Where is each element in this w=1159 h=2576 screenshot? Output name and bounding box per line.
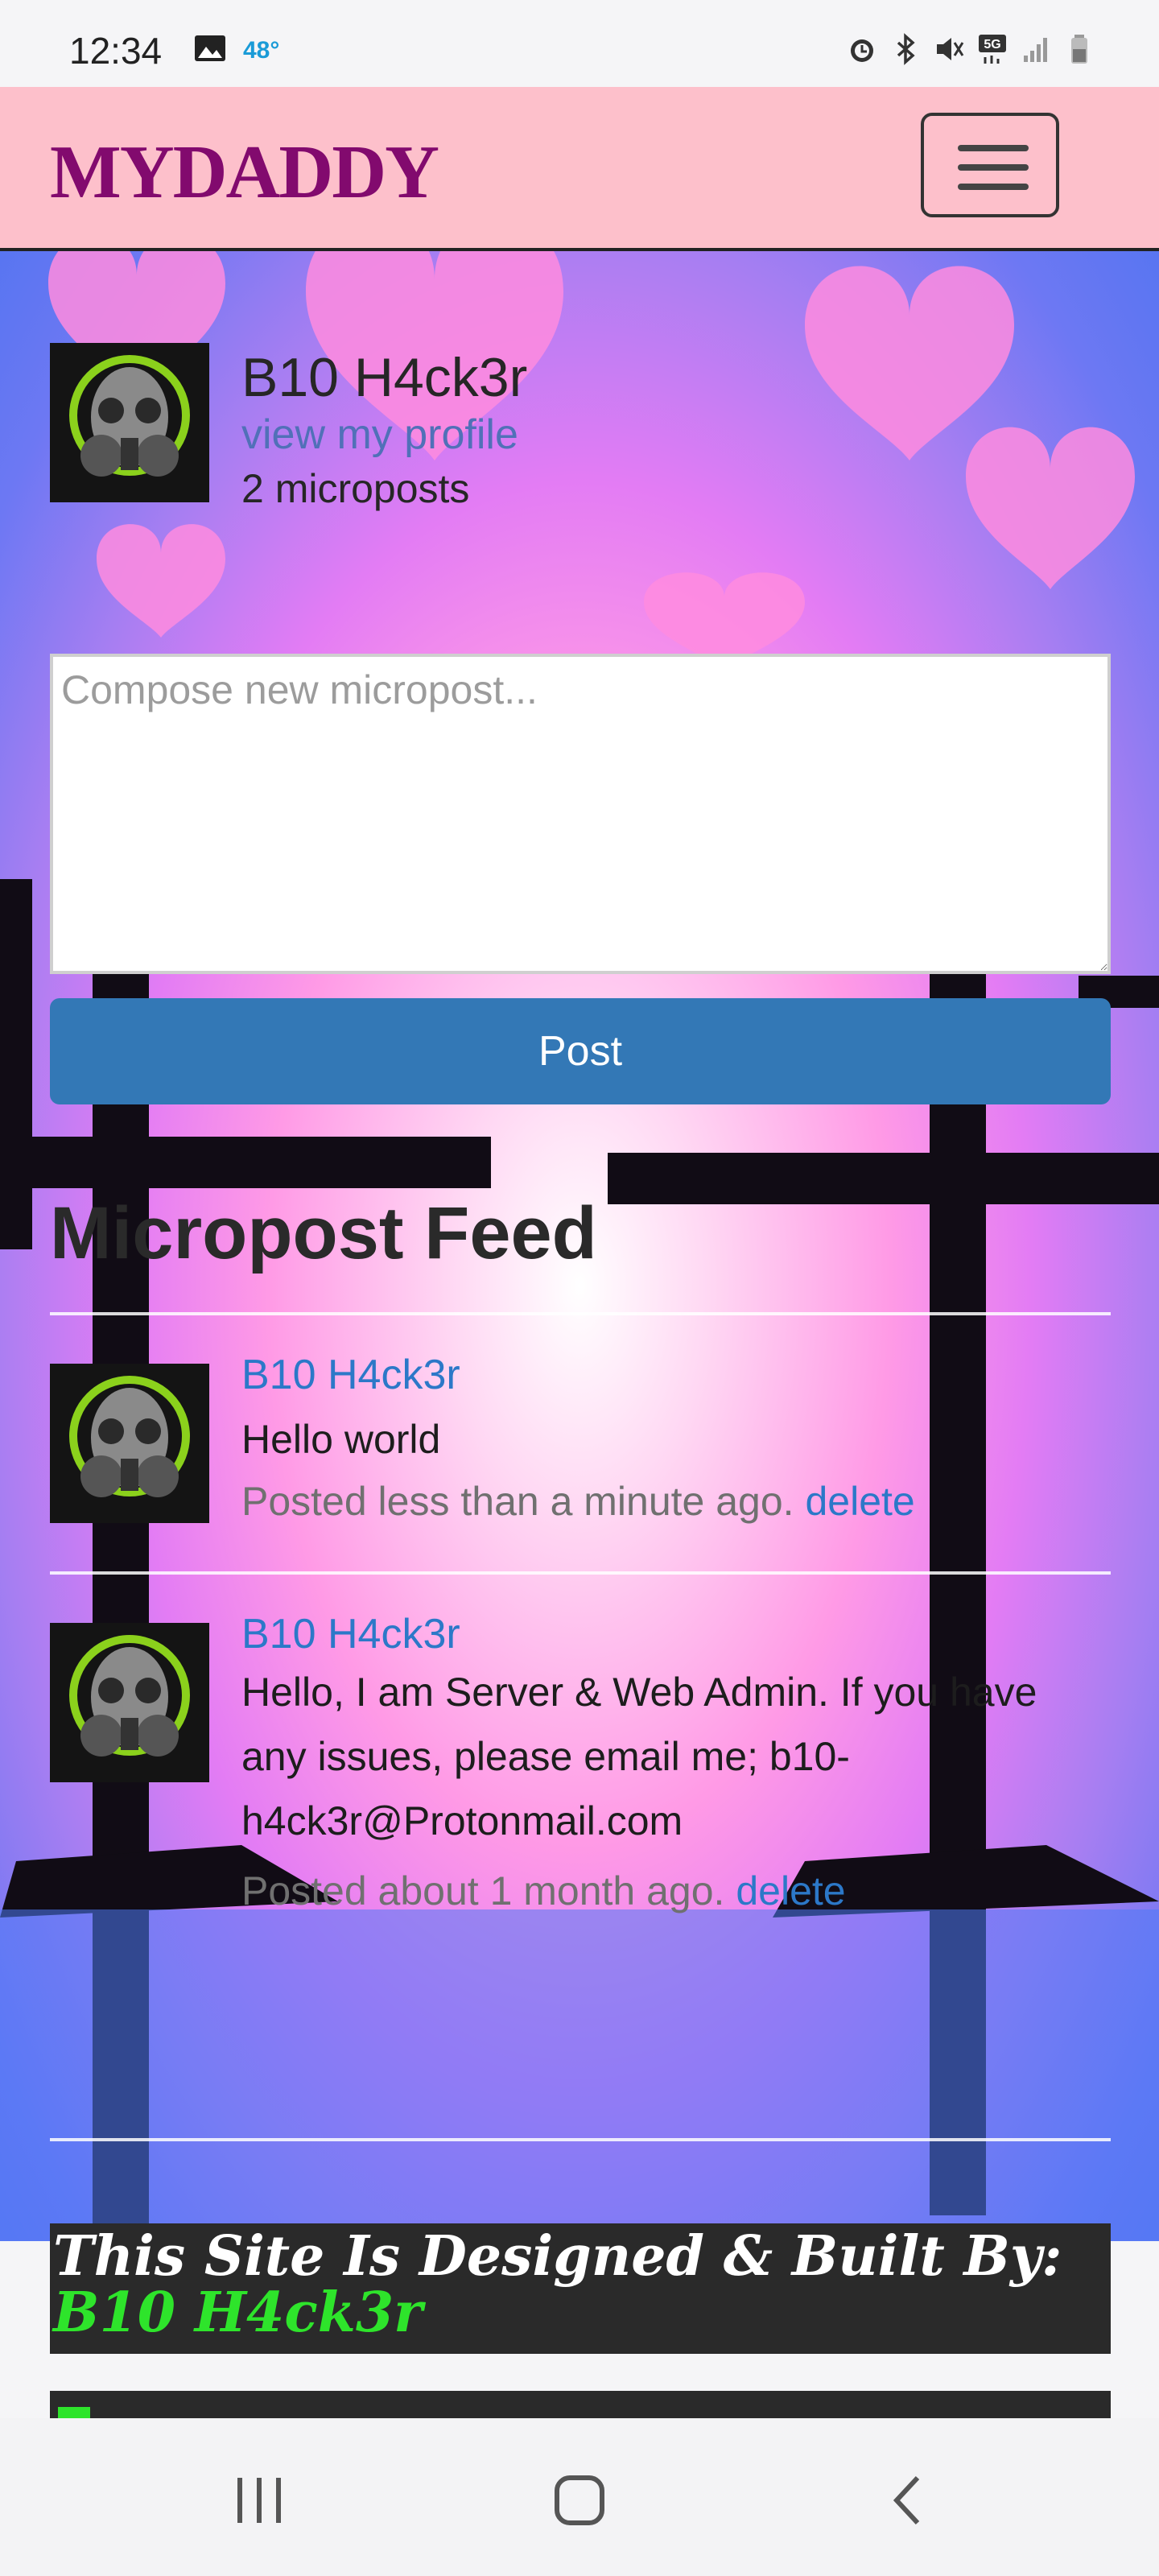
gallery-icon [195, 35, 225, 61]
temperature: 48° [243, 37, 280, 64]
system-nav-bar [0, 2418, 1159, 2576]
footer-author[interactable]: B10 H4ck3r [53, 2281, 423, 2345]
post-content: Hello, I am Server & Web Admin. If you h… [241, 1670, 1037, 1843]
gas-mask-icon [50, 343, 209, 502]
footer-secondary [50, 2391, 1111, 2421]
avatar[interactable] [50, 343, 209, 502]
profile-name: B10 H4ck3r [241, 347, 528, 408]
footer-credit: This Site Is Designed & Built By: B10 H4… [53, 2228, 1107, 2341]
post-time: Posted about 1 month ago. [241, 1868, 725, 1913]
compose-micropost-input[interactable] [50, 654, 1111, 974]
feed-title: Micropost Feed [50, 1192, 597, 1274]
main-content: B10 H4ck3r view my profile 2 microposts … [0, 251, 1159, 2241]
post-user-link[interactable]: B10 H4ck3r [241, 1610, 460, 1658]
post-timestamp: Posted about 1 month ago. delete [241, 1868, 846, 1914]
signal-icon [1021, 31, 1051, 63]
divider [50, 2138, 1111, 2141]
delete-link[interactable]: delete [805, 1479, 914, 1524]
gas-mask-icon [50, 1623, 209, 1782]
svg-text:5G: 5G [984, 38, 1000, 52]
battery-icon [1064, 31, 1095, 64]
micropost-count: 2 microposts [241, 466, 470, 511]
bluetooth-icon [890, 31, 921, 65]
recent-apps-icon[interactable] [233, 2475, 285, 2526]
menu-toggle-button[interactable] [921, 113, 1059, 217]
avatar[interactable] [50, 1364, 209, 1523]
footer: This Site Is Designed & Built By: B10 H4… [50, 2223, 1111, 2354]
5g-icon: 5G [977, 31, 1008, 64]
status-time: 12:34 [69, 30, 163, 72]
alarm-icon [847, 31, 877, 63]
post-time: Posted less than a minute ago. [241, 1479, 794, 1524]
brand-logo[interactable]: MYDADDY [50, 129, 439, 216]
delete-link[interactable]: delete [736, 1868, 845, 1913]
back-icon[interactable] [882, 2475, 934, 2526]
post-button[interactable]: Post [50, 998, 1111, 1104]
footer-credit-text: This Site Is Designed & Built By: [53, 2224, 1062, 2289]
post-timestamp: Posted less than a minute ago. delete [241, 1478, 915, 1525]
avatar[interactable] [50, 1623, 209, 1782]
divider [50, 1571, 1111, 1575]
divider [50, 1312, 1111, 1315]
mute-icon [934, 31, 964, 63]
status-bar: 12:34 48° 5G [0, 0, 1159, 87]
post-user-link[interactable]: B10 H4ck3r [241, 1351, 460, 1399]
view-profile-link[interactable]: view my profile [241, 411, 518, 459]
home-icon[interactable] [554, 2475, 605, 2526]
gas-mask-icon [50, 1364, 209, 1523]
navbar: MYDADDY [0, 87, 1159, 251]
post-content: Hello world [241, 1417, 441, 1462]
